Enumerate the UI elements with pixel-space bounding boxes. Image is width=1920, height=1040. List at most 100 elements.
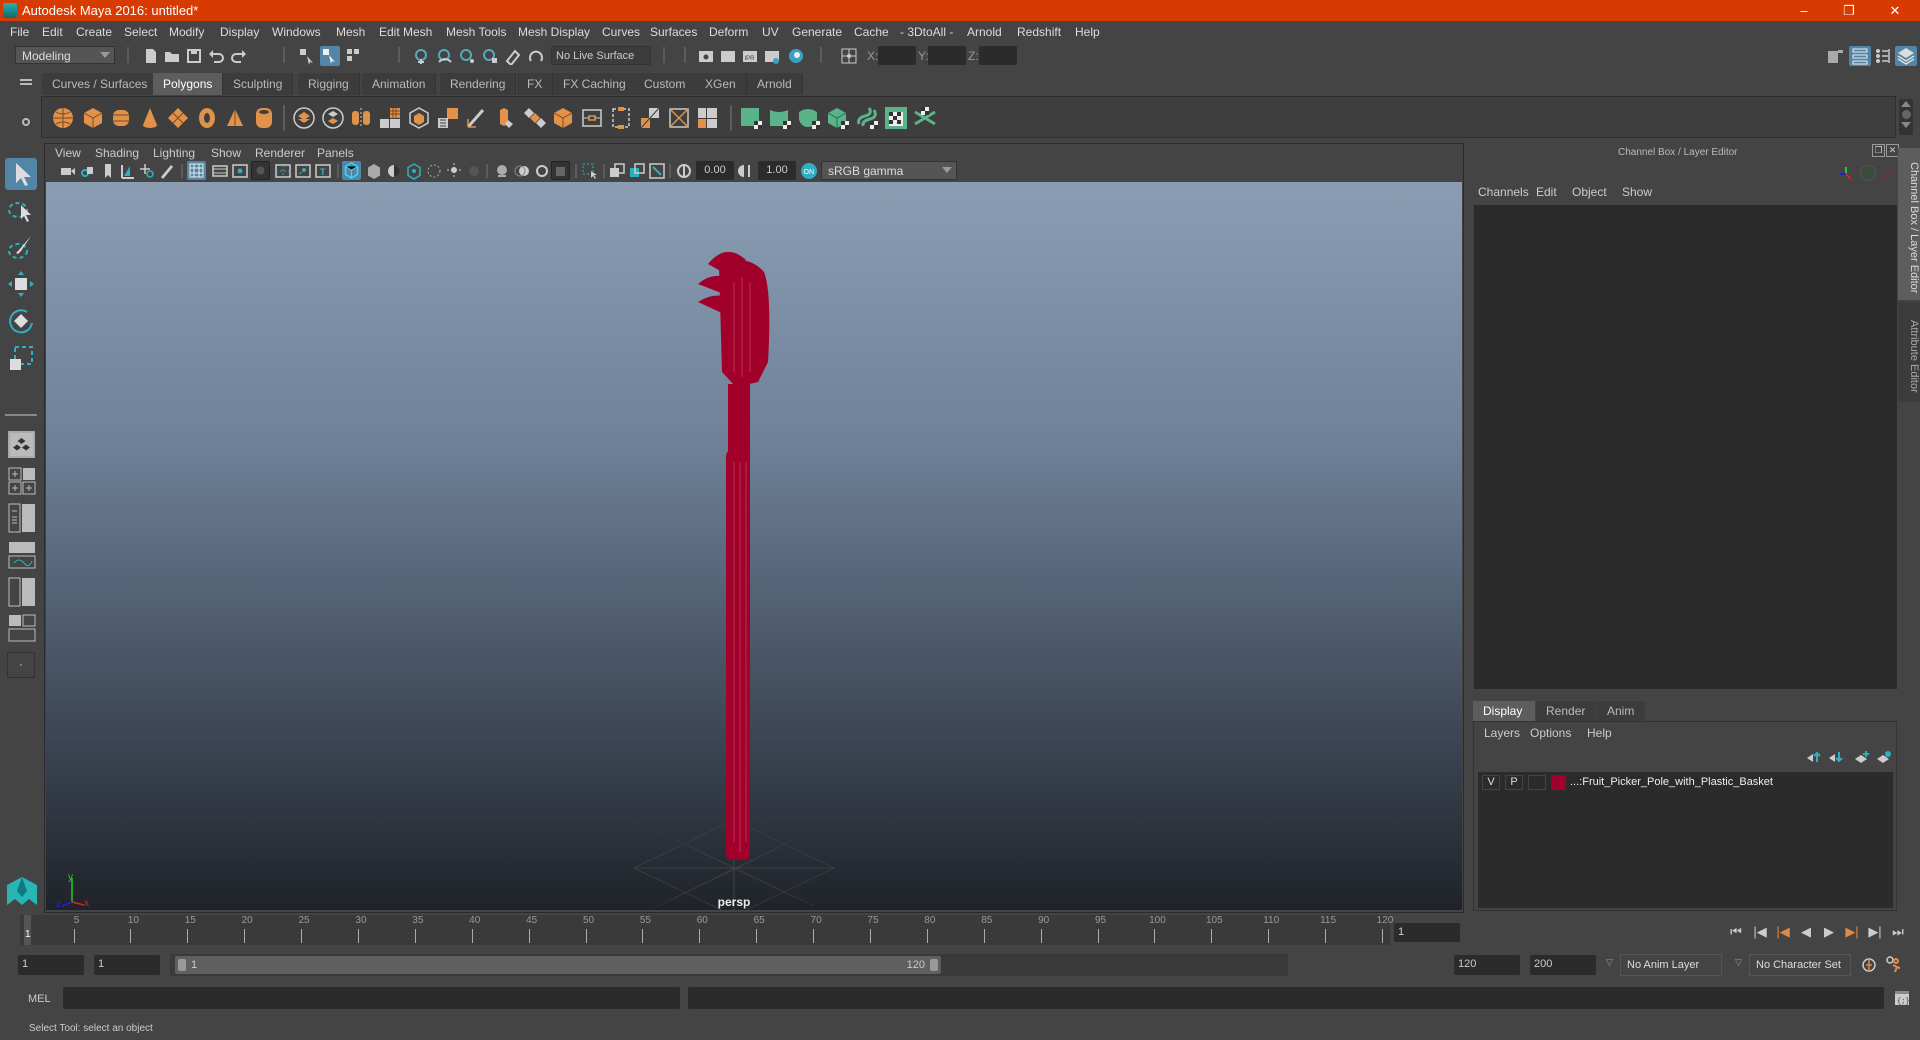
start-time-field[interactable]: 1 [18,955,84,975]
menu-uv[interactable]: UV [762,25,779,39]
select-by-hierarchy-icon[interactable] [298,47,316,65]
make-live-icon[interactable] [504,47,522,65]
grease-pencil-icon[interactable] [158,162,176,180]
menu-surfaces[interactable]: Surfaces [650,25,697,39]
current-frame-field[interactable]: 1 [1394,923,1460,942]
shelf-tab-sculpting[interactable]: Sculpting [223,73,294,95]
scale-tool[interactable] [5,342,37,374]
new-scene-icon[interactable] [142,47,160,65]
poly-pipe-icon[interactable] [252,106,276,130]
anim-layer-chevron-icon[interactable]: ▽ [1606,957,1613,968]
minimize-button[interactable]: – [1789,1,1819,20]
resolution-gate-icon[interactable] [231,162,249,180]
auto-key-icon[interactable] [1860,956,1878,974]
range-start-handle[interactable] [178,959,186,971]
xray-joints-icon[interactable] [648,162,666,180]
menu-windows[interactable]: Windows [272,25,321,39]
custom-layout-icon[interactable] [8,614,36,642]
x-input[interactable] [878,46,916,65]
side-tab-attribute-editor[interactable]: Attribute Editor [1898,302,1920,402]
create-empty-layer-icon[interactable] [1854,750,1870,764]
side-tab-channel-box[interactable]: Channel Box / Layer Editor [1898,148,1920,300]
poly-sphere-icon[interactable] [51,106,75,130]
split-icon[interactable] [696,106,720,130]
poly-plane-icon[interactable] [166,106,190,130]
input-mode-icon[interactable] [840,47,858,65]
help-menu[interactable]: Help [1587,726,1612,740]
paint-select-tool[interactable] [5,232,37,264]
extract-icon[interactable] [407,106,431,130]
playback-end-field[interactable]: 120 [1454,955,1520,975]
step-back-key-button[interactable]: |◀ [1775,924,1791,940]
play-backwards-button[interactable]: ◀ [1798,924,1814,940]
shelf-scroll[interactable] [1899,99,1913,135]
booleans-icon[interactable] [436,106,460,130]
shelf-tab-fx[interactable]: FX [517,73,554,95]
character-set-dropdown[interactable]: No Character Set [1749,954,1851,976]
menu-cache[interactable]: Cache [854,25,889,39]
camera-attributes-icon[interactable] [79,162,97,180]
default-material-icon[interactable] [385,162,403,180]
range-slider-bar[interactable]: 1 120 [175,956,941,974]
viewport-menu-shading[interactable]: Shading [95,146,139,160]
depth-of-field-toggle[interactable] [551,161,570,180]
shelf-tab-polygons[interactable]: Polygons [153,73,224,95]
layer-tab-anim[interactable]: Anim [1597,701,1645,721]
field-chart-icon[interactable] [274,162,292,180]
shelf-settings-icon[interactable] [22,118,30,126]
film-gate-icon[interactable] [211,162,229,180]
go-to-start-button[interactable]: ⏮ [1728,924,1744,940]
mirror-icon[interactable] [349,106,373,130]
bevel-icon[interactable] [551,106,575,130]
menu-edit[interactable]: Edit [42,25,63,39]
hypershade-icon[interactable] [787,47,805,65]
command-input[interactable] [63,987,680,1009]
2d-pan-zoom-icon[interactable] [138,162,156,180]
persp-graph-layout-icon[interactable] [8,541,36,569]
step-forward-frame-button[interactable]: ▶| [1867,924,1883,940]
textured-icon[interactable] [425,162,443,180]
layer-row[interactable]: V P ...:Fruit_Picker_Pole_with_Plastic_B… [1478,774,1893,792]
move-layer-up-icon[interactable] [1806,750,1822,764]
safe-title-icon[interactable]: T [314,162,332,180]
command-language-label[interactable]: MEL [28,993,51,1005]
menu-mesh-display[interactable]: Mesh Display [518,25,590,39]
bookmark-icon[interactable] [99,162,117,180]
select-tool[interactable] [5,158,37,190]
menu-mesh[interactable]: Mesh [336,25,365,39]
modeling-toolkit-icon[interactable] [1826,47,1844,65]
wireframe-toggle[interactable] [342,161,361,180]
poly-cone-icon[interactable] [138,106,162,130]
more-layouts-button[interactable]: · [7,652,35,678]
shelf-tab-rendering[interactable]: Rendering [440,73,517,95]
viewport-menu-panels[interactable]: Panels [317,146,354,160]
menu-redshift[interactable]: Redshift [1017,25,1061,39]
select-by-component-icon[interactable] [345,47,363,65]
safe-action-icon[interactable] [294,162,312,180]
channel-edit-menu[interactable]: Edit [1536,185,1557,199]
menu-edit-mesh[interactable]: Edit Mesh [379,25,432,39]
step-forward-key-button[interactable]: ▶| [1844,924,1860,940]
poly-cylinder-icon[interactable] [109,106,133,130]
range-end-handle[interactable] [930,959,938,971]
snap-to-curve-icon[interactable] [436,47,454,65]
single-perspective-layout-button[interactable] [8,431,35,458]
layer-playback-toggle[interactable]: P [1505,775,1523,790]
viewport-menu-show[interactable]: Show [211,146,241,160]
manipulator-icon[interactable] [1838,165,1854,181]
select-by-object-button[interactable] [320,46,340,66]
menu-create[interactable]: Create [76,25,112,39]
lasso-tool[interactable] [5,195,37,227]
undo-icon[interactable] [207,47,225,65]
save-scene-icon[interactable] [185,47,203,65]
shelf-tab-custom[interactable]: Custom [634,73,697,95]
scroll-down-icon[interactable] [1901,122,1911,128]
anim-layer-dropdown[interactable]: No Anim Layer [1620,954,1722,976]
z-input[interactable] [979,46,1017,65]
uv-editor-icon[interactable] [884,106,908,130]
tool-settings-icon[interactable] [1874,47,1892,65]
target-weld-icon[interactable] [667,106,691,130]
smooth-shade-icon[interactable] [365,162,383,180]
poly-torus-icon[interactable] [195,106,219,130]
play-forwards-button[interactable]: ▶ [1821,924,1837,940]
